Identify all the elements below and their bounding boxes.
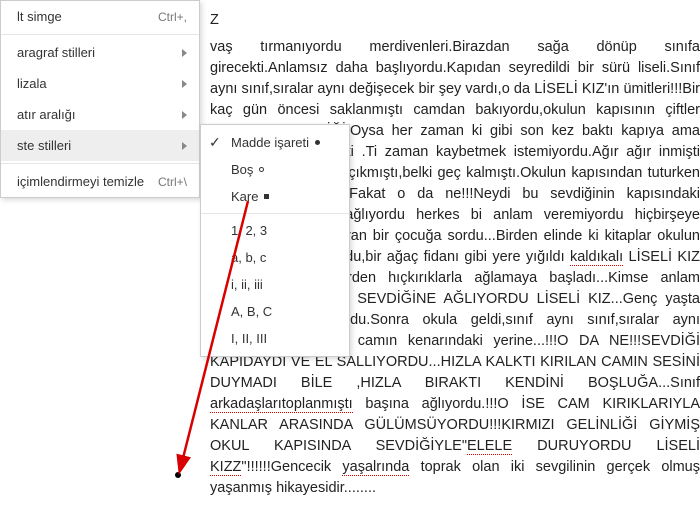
menu-shortcut: Ctrl+\ bbox=[158, 175, 187, 189]
check-icon: ✓ bbox=[209, 134, 221, 151]
bullet-circle-icon bbox=[259, 167, 264, 172]
list-style-option-8[interactable]: I, II, III bbox=[201, 325, 349, 352]
menu-item-label: atır aralığı bbox=[17, 107, 76, 122]
menu-separator bbox=[1, 163, 199, 164]
chevron-right-icon bbox=[182, 80, 187, 88]
submenu-item-label: 1, 2, 3 bbox=[231, 223, 267, 238]
menu-item-7[interactable]: içimlendirmeyi temizle Ctrl+\ bbox=[1, 166, 199, 197]
submenu-item-label: Kare bbox=[231, 189, 258, 204]
submenu-item-label: Boş bbox=[231, 162, 253, 177]
menu-item-label: aragraf stilleri bbox=[17, 45, 95, 60]
list-style-option-6[interactable]: i, ii, iii bbox=[201, 271, 349, 298]
menu-item-label: içimlendirmeyi temizle bbox=[17, 174, 144, 189]
menu-item-5[interactable]: ste stilleri bbox=[1, 130, 199, 161]
chevron-right-icon bbox=[182, 49, 187, 57]
menu-item-2[interactable]: aragraf stilleri bbox=[1, 37, 199, 68]
menu-item-label: lizala bbox=[17, 76, 47, 91]
menu-separator bbox=[1, 34, 199, 35]
list-style-option-2[interactable]: Kare bbox=[201, 183, 349, 210]
list-styles-submenu[interactable]: ✓ Madde işareti Boş Kare 1, 2, 3 a, b, c i, ii… bbox=[200, 124, 350, 357]
menu-item-label: ste stilleri bbox=[17, 138, 71, 153]
submenu-separator bbox=[201, 213, 349, 214]
doc-line: Z bbox=[210, 10, 700, 31]
list-style-option-1[interactable]: Boş bbox=[201, 156, 349, 183]
submenu-item-label: a, b, c bbox=[231, 250, 266, 265]
submenu-item-label: i, ii, iii bbox=[231, 277, 263, 292]
list-style-option-0[interactable]: ✓ Madde işareti bbox=[201, 129, 349, 156]
list-style-option-7[interactable]: A, B, C bbox=[201, 298, 349, 325]
chevron-right-icon bbox=[182, 142, 187, 150]
menu-item-3[interactable]: lizala bbox=[1, 68, 199, 99]
menu-item-4[interactable]: atır aralığı bbox=[1, 99, 199, 130]
list-style-option-4[interactable]: 1, 2, 3 bbox=[201, 217, 349, 244]
submenu-item-label: Madde işareti bbox=[231, 135, 309, 150]
bullet-square-icon bbox=[264, 194, 269, 199]
chevron-right-icon bbox=[182, 111, 187, 119]
format-menu[interactable]: lt simge Ctrl+, aragraf stilleri lizala atır… bbox=[0, 0, 200, 198]
submenu-item-label: I, II, III bbox=[231, 331, 267, 346]
menu-item-0[interactable]: lt simge Ctrl+, bbox=[1, 1, 199, 32]
menu-shortcut: Ctrl+, bbox=[158, 10, 187, 24]
submenu-item-label: A, B, C bbox=[231, 304, 272, 319]
menu-item-label: lt simge bbox=[17, 9, 62, 24]
list-style-option-5[interactable]: a, b, c bbox=[201, 244, 349, 271]
bullet-dot-icon bbox=[315, 140, 320, 145]
list-bullet-dot bbox=[175, 472, 181, 478]
